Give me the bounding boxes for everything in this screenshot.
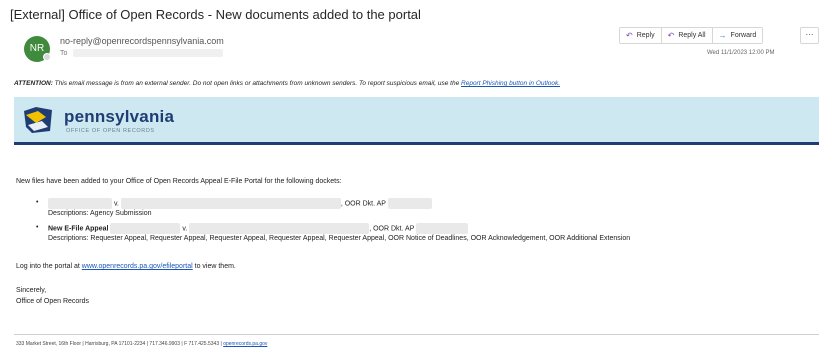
signature-text: Office of Open Records	[16, 298, 90, 305]
closing-text: Sincerely,	[16, 287, 47, 294]
reply-button[interactable]: ↶ Reply	[620, 28, 662, 43]
reply-icon: ↶	[626, 31, 633, 40]
message-date: Wed 11/1/2023 12:00 PM	[707, 50, 775, 56]
redacted-docket-number	[416, 223, 469, 234]
item1-v: v.	[113, 200, 119, 208]
login-post: to view them.	[192, 263, 236, 270]
footer-text: 333 Market Street, 16th Floor | Harrisbu…	[16, 341, 224, 347]
to-line: To	[60, 49, 224, 57]
item2-title: New E-File Appeal	[48, 225, 109, 233]
bullet-2: •	[36, 224, 39, 231]
email-subject: [External] Office of Open Records - New …	[10, 7, 421, 22]
report-phishing-link[interactable]: Report Phishing button in Outlook.	[461, 80, 560, 87]
item1-description: Descriptions: Agency Submission	[48, 210, 152, 217]
message-actions: ↶ Reply ↶ Reply All → Forward	[619, 27, 764, 44]
reply-all-label: Reply All	[678, 32, 706, 39]
attention-text: This email message is from an external s…	[52, 80, 462, 87]
reply-all-icon: ↶	[667, 31, 675, 40]
external-warning: ATTENTION: This email message is from an…	[14, 80, 560, 87]
banner-subtitle: OFFICE OF OPEN RECORDS	[66, 128, 155, 134]
forward-button[interactable]: → Forward	[712, 28, 763, 43]
more-actions-button[interactable]: ···	[800, 27, 819, 44]
reply-label: Reply	[636, 32, 655, 39]
item2-v: v.	[182, 225, 188, 233]
item2-docket: , OOR Dkt. AP	[369, 225, 415, 233]
footer-website-link[interactable]: openrecords.pa.gov	[223, 341, 267, 347]
redacted-recipient	[73, 49, 224, 57]
redacted-party	[189, 223, 370, 234]
redacted-party	[110, 223, 181, 234]
footer-divider	[14, 334, 819, 335]
pennsylvania-keystone-icon	[24, 107, 52, 133]
sender-address[interactable]: no-reply@openrecordspennsylvania.com	[60, 36, 224, 46]
bullet-1: •	[36, 199, 39, 206]
intro-text: New files have been added to your Office…	[16, 178, 342, 185]
to-label: To	[60, 49, 68, 57]
item1-docket: , OOR Dkt. AP	[340, 200, 386, 208]
login-pre: Log into the portal at	[16, 263, 82, 270]
reply-all-button[interactable]: ↶ Reply All	[661, 28, 713, 43]
docket-item-2: New E-File Appeal v. , OOR Dkt. AP	[48, 223, 469, 234]
banner-title: pennsylvania	[64, 107, 175, 126]
efile-portal-link[interactable]: www.openrecords.pa.gov/efileportal	[82, 263, 193, 270]
pa-oor-banner: pennsylvania OFFICE OF OPEN RECORDS	[14, 97, 819, 145]
redacted-party	[48, 198, 112, 209]
redacted-party	[120, 198, 341, 209]
docket-item-1: v. , OOR Dkt. AP	[48, 198, 432, 209]
presence-indicator	[43, 53, 51, 61]
redacted-docket-number	[387, 198, 432, 209]
attention-label: ATTENTION:	[14, 80, 53, 87]
login-text: Log into the portal at www.openrecords.p…	[16, 263, 236, 270]
forward-icon: →	[718, 31, 727, 40]
forward-label: Forward	[730, 32, 757, 39]
footer-address: 333 Market Street, 16th Floor | Harrisbu…	[16, 341, 267, 347]
item2-description: Descriptions: Requester Appeal, Requeste…	[48, 235, 631, 242]
